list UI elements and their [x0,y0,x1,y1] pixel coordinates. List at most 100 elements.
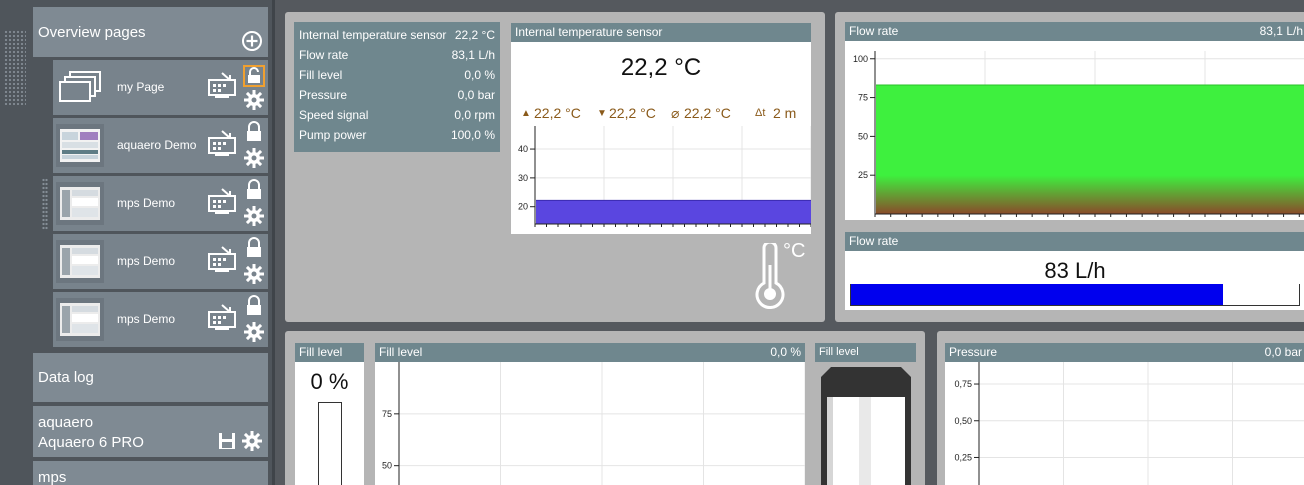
overview-page-item[interactable]: aquaero Demo [53,118,268,173]
page-name: aquaero Demo [117,138,197,152]
device-assign-icon[interactable] [206,303,238,335]
unit-label: °C [783,240,806,262]
device-section[interactable]: aquaero Aquaero 6 PRO [33,406,268,457]
chart1-svg: 25 50 75 100 [853,51,1304,217]
interval-value: 2 m [773,105,797,121]
device-type-label: aquaero [38,414,94,431]
device-assign-icon[interactable] [206,245,238,277]
gear-icon[interactable] [243,321,265,343]
pressure-title: Pressure [949,345,998,359]
temperature-value: 22,2 °C [620,54,702,81]
page-name: mps Demo [117,312,176,326]
page-name: my Page [117,80,165,94]
fill-level-title: Fill level [295,343,364,362]
sensor-value: 0,0 % [464,68,495,82]
fill-chart-header: Fill level 0,0 % [375,343,805,362]
device-assign-icon[interactable] [206,129,238,161]
y-tick-label: 100 [853,54,868,64]
flow-bar-widget[interactable]: Flow rate 83 L/h [845,232,1304,310]
sensor-panel: Internal temperature sensor 22,2 °C Flow r… [285,12,825,322]
unlock-icon[interactable] [243,65,265,87]
sensor-table-row: Flow rate 83,1 L/h [294,45,500,65]
data-log-label: Data log [38,369,94,386]
device-assign-icon[interactable] [206,71,238,103]
lock-icon[interactable] [245,179,263,201]
flow-bar-value: 83 L/h [1044,258,1106,283]
lock-icon[interactable] [245,121,263,143]
overview-pages-title: Overview pages [38,24,146,41]
page-thumbnail [56,124,104,167]
flow-bar-title: Flow rate [845,232,1304,251]
overview-page-item[interactable]: mps Demo [53,234,268,289]
sensor-label: Fill level [299,68,343,82]
device-assign-icon[interactable] [206,187,238,219]
flow-chart-widget[interactable]: Flow rate 83,1 L/h 25 50 75 100 [845,22,1304,220]
y-tick-label: 50 [858,131,868,141]
thermometer-block: °C [749,240,809,310]
lock-icon[interactable] [245,237,263,259]
sidebar-grip [4,30,26,105]
sensor-label: Pressure [299,88,348,102]
average-value: 22,2 °C [684,105,731,121]
fill-level-value: 0 % [310,369,349,394]
mps-section[interactable]: mps [33,461,268,485]
gear-icon[interactable] [241,430,263,452]
average-icon: ⌀ [671,105,680,121]
flow-chart-value: 83,1 L/h [1259,24,1303,38]
lock-icon[interactable] [245,295,263,317]
temperature-stats: ▲ 22,2 °C ▼ 22,2 °C ⌀ 22,2 °C Δt 2 m [511,105,811,123]
sensor-label: Internal temperature sensor [299,28,447,42]
gear-icon[interactable] [243,147,265,169]
temperature-chart: 20 30 40 [511,126,811,232]
fill-chart-widget[interactable]: Fill level 0,0 % 50 75 [375,343,805,485]
page-thumbnail [56,66,104,109]
y-tick-label: 50 [382,461,392,471]
sensor-label: Speed signal [299,108,369,122]
fill-chart-value: 0,0 % [770,345,801,359]
max-value: 22,2 °C [534,105,581,121]
pages-icon [59,71,101,102]
fill-level-widget[interactable]: Fill level 0 % [295,343,364,485]
y-tick-label: 75 [858,93,868,103]
fill-level-chart: 50 75 [375,362,805,485]
flow-bar-track [850,284,1300,306]
sensor-value: 100,0 % [450,128,495,142]
flow-panel: Flow rate 83,1 L/h 25 50 75 100 Flow rate 8… [835,12,1304,322]
sensor-value: 0,0 rpm [454,108,495,122]
page-name: mps Demo [117,196,176,210]
page-name: mps Demo [117,254,176,268]
sensor-table-row: Fill level 0,0 % [294,65,500,85]
gear-icon[interactable] [243,263,265,285]
overview-page-item[interactable]: my Page [53,60,268,115]
series-area [876,84,1304,214]
temperature-widget[interactable]: Internal temperature sensor 22,2 °C ▲ 22… [511,23,811,234]
drag-handle[interactable] [42,178,48,230]
overview-page-item[interactable]: mps Demo [53,292,268,347]
sensor-table-row: Speed signal 0,0 rpm [294,105,500,125]
gear-icon[interactable] [243,89,265,111]
fill-tank-widget[interactable]: Fill level [815,343,916,485]
series-area [536,200,811,224]
temperature-widget-title: Internal temperature sensor [511,23,811,42]
add-page-icon[interactable] [241,30,263,52]
fill-panel: Fill level 0 % Fill level 0,0 % 50 75 Fil… [285,331,925,485]
gear-icon[interactable] [243,205,265,227]
fill-tank-title: Fill level [815,343,916,362]
y-tick-label: 0,25 [954,452,972,462]
overview-page-item[interactable]: mps Demo [53,176,268,231]
y-tick-label: 0,50 [954,416,972,426]
overview-pages-header[interactable]: Overview pages [33,7,268,57]
data-log-section[interactable]: Data log [33,353,268,402]
mps-label: mps [38,469,67,485]
page-thumbnail [56,182,104,225]
page-thumbnail [56,298,104,341]
pressure-widget[interactable]: Pressure 0,0 bar 0,000,250,500,75 [945,343,1304,485]
thermometer-icon [755,243,785,309]
device-model-label: Aquaero 6 PRO [38,434,144,451]
save-icon[interactable] [218,432,236,450]
sidebar: Overview pages my Page aquaero Demo mps … [0,0,275,485]
sensor-table: Internal temperature sensor 22,2 °C Flow r… [294,22,500,152]
min-value: 22,2 °C [609,105,656,121]
fill-level-bar [318,402,342,485]
overview-canvas: Internal temperature sensor 22,2 °C Flow r… [275,0,1304,485]
